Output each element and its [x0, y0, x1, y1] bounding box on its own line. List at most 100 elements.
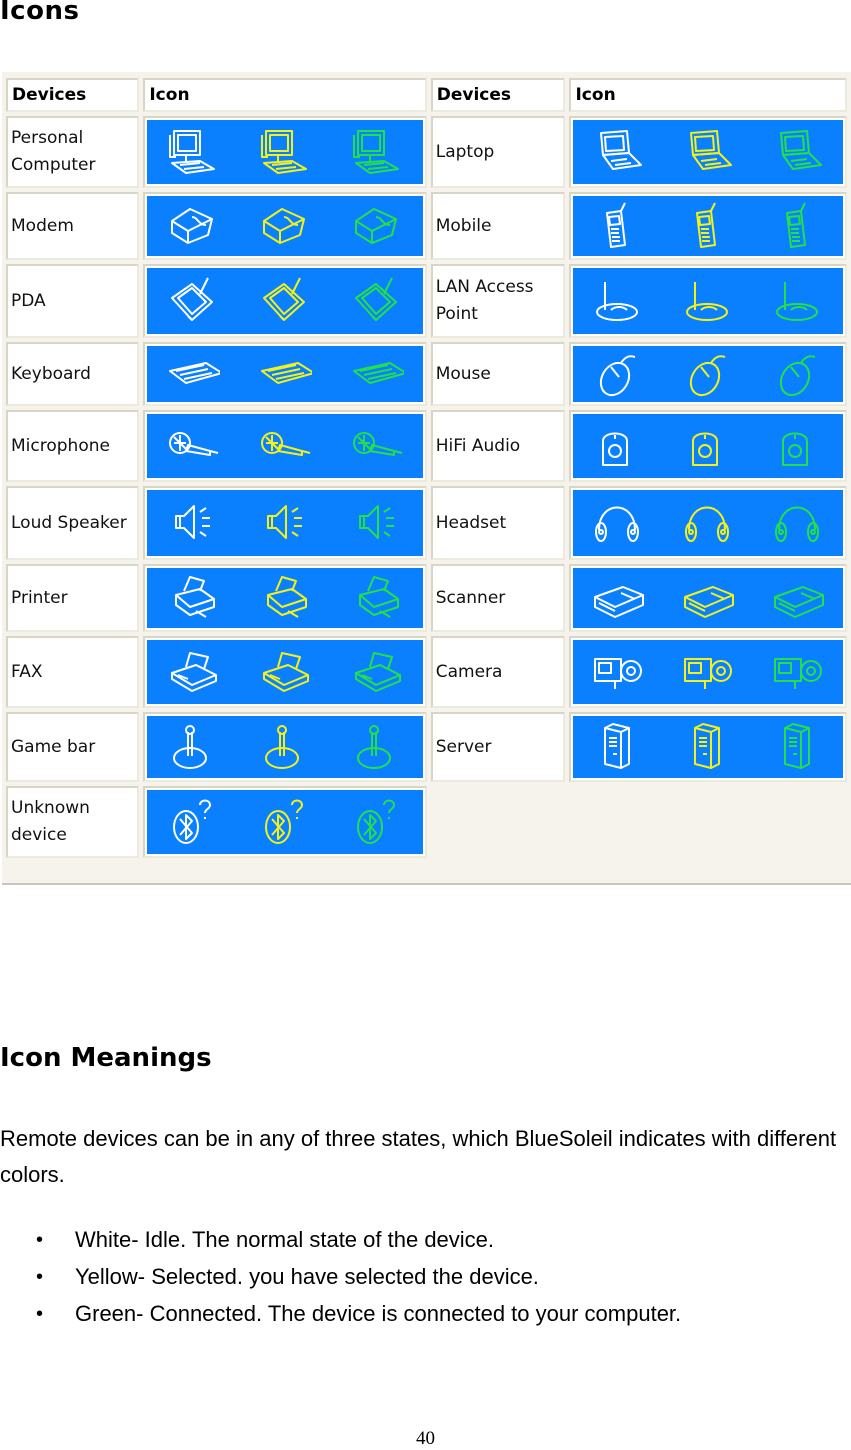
icon-strip — [573, 568, 843, 628]
hifi-audio-icon-connected — [782, 432, 809, 466]
device-label: Modem — [6, 192, 140, 260]
device-label: Unknown device — [6, 786, 140, 858]
table-row: Keyboard Mouse — [6, 342, 847, 406]
device-label: Game bar — [6, 712, 140, 782]
table-row: PDA LAN Access Point — [6, 264, 847, 338]
list-item-selected: Yellow- Selected. you have selected the … — [0, 1259, 681, 1296]
hifi-audio-icon-selected — [692, 432, 719, 466]
icon-strip — [573, 268, 843, 334]
loud-speaker-icon-idle — [175, 505, 211, 539]
printer-icon-connected — [358, 576, 399, 618]
microphone-icon-selected — [261, 432, 311, 456]
device-icon-cell — [143, 712, 427, 782]
intro-paragraph: Remote devices can be in any of three st… — [0, 1126, 837, 1187]
icon-strip — [147, 346, 423, 402]
pda-icon-selected — [263, 277, 306, 321]
device-label: Keyboard — [6, 342, 140, 406]
icon-strip — [147, 790, 423, 854]
device-label: Mobile — [430, 192, 566, 260]
lan-access-point-icon-idle — [596, 282, 639, 321]
game-bar-icon-idle — [173, 725, 208, 769]
device-icon-cell — [569, 636, 847, 708]
server-icon-idle — [604, 723, 631, 769]
section-title-icons: Icons — [0, 0, 80, 26]
device-icon-cell — [569, 342, 847, 406]
game-bar-icon-selected — [265, 725, 300, 769]
icon-strip — [573, 346, 843, 402]
icon-strip — [147, 268, 423, 334]
icon-strip — [573, 120, 843, 184]
header-devices: Devices — [6, 78, 140, 112]
device-icon-cell — [569, 712, 847, 782]
personal-computer-icon-connected — [352, 130, 399, 174]
mobile-phone-icon-selected — [696, 202, 717, 248]
keyboard-icon-connected — [352, 362, 404, 384]
icon-strip — [147, 490, 423, 556]
device-icon-cell — [569, 486, 847, 560]
device-label: Mouse — [430, 342, 566, 406]
icon-strip — [573, 716, 843, 778]
device-label: Server — [430, 712, 566, 782]
mouse-icon-connected — [779, 355, 816, 397]
table-row: FAX Camera — [6, 636, 847, 708]
mouse-icon-idle — [600, 355, 636, 397]
device-label: Personal Computer — [6, 116, 140, 188]
laptop-icon-idle — [600, 130, 643, 170]
icon-strip — [573, 490, 843, 556]
scanner-icon-selected — [684, 586, 735, 618]
device-icons-table: Devices Icon Devices Icon Personal Compu… — [2, 74, 851, 862]
table-row: Personal Computer Laptop — [6, 116, 847, 188]
header-devices: Devices — [430, 78, 566, 112]
icon-strip — [147, 568, 423, 628]
game-bar-icon-connected — [356, 725, 391, 769]
server-icon-connected — [784, 723, 811, 769]
icon-strip — [147, 196, 423, 256]
header-icon: Icon — [143, 78, 427, 112]
table-header-row: Devices Icon Devices Icon — [6, 78, 847, 112]
headset-icon-idle — [595, 506, 640, 542]
empty-cell — [431, 786, 847, 858]
icon-strip — [573, 414, 843, 478]
list-item-connected: Green- Connected. The device is connecte… — [0, 1296, 681, 1333]
icon-strip — [573, 196, 843, 256]
camera-icon-connected — [774, 658, 823, 689]
device-label: Camera — [430, 636, 566, 708]
scanner-icon-connected — [774, 586, 825, 618]
header-icon: Icon — [569, 78, 847, 112]
microphone-icon-idle — [169, 432, 219, 456]
mouse-icon-selected — [690, 355, 726, 397]
device-label: Headset — [430, 486, 566, 560]
state-list: White- Idle. The normal state of the dev… — [0, 1222, 681, 1333]
table-row: Microphone HiFi Audio — [6, 410, 847, 482]
scanner-icon-idle — [594, 586, 645, 618]
table-row: Unknown device — [6, 786, 847, 858]
microphone-icon-connected — [352, 432, 403, 456]
lan-access-point-icon-connected — [776, 282, 819, 321]
section-title-icon-meanings: Icon Meanings — [0, 1043, 212, 1073]
device-icon-cell — [569, 192, 847, 260]
device-icon-cell — [143, 410, 427, 482]
lan-access-point-icon-selected — [686, 282, 729, 321]
modem-icon-selected — [263, 208, 306, 244]
headset-icon-selected — [685, 506, 730, 542]
device-label: Scanner — [430, 564, 566, 632]
printer-icon-selected — [267, 576, 308, 618]
headset-icon-connected — [775, 506, 820, 542]
device-icons-table-container: Devices Icon Devices Icon Personal Compu… — [2, 72, 851, 885]
device-icon-cell — [569, 116, 847, 188]
device-label: Microphone — [6, 410, 140, 482]
device-label: Printer — [6, 564, 140, 632]
table-row: Game bar Server — [6, 712, 847, 782]
hifi-audio-icon-idle — [602, 432, 629, 466]
mobile-phone-icon-connected — [786, 202, 807, 248]
personal-computer-icon-idle — [169, 130, 216, 174]
device-label: HiFi Audio — [430, 410, 566, 482]
device-icon-cell — [143, 264, 427, 338]
list-item-idle: White- Idle. The normal state of the dev… — [0, 1222, 681, 1259]
page-number: 40 — [416, 1428, 435, 1449]
device-label: Loud Speaker — [6, 486, 140, 560]
camera-icon-selected — [684, 658, 733, 689]
table-row: Printer Scanner — [6, 564, 847, 632]
personal-computer-icon-selected — [261, 130, 308, 174]
modem-icon-idle — [171, 208, 214, 244]
